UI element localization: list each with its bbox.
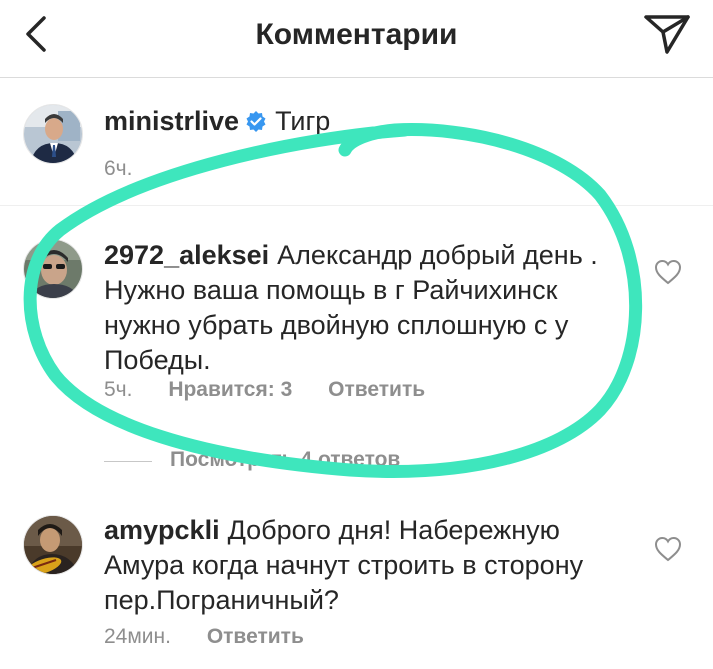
header-bar: Комментарии: [0, 0, 713, 78]
comment-meta: 24мин. Ответить: [104, 625, 334, 649]
page-title: Комментарии: [255, 18, 458, 51]
reply-button[interactable]: Ответить: [207, 625, 304, 648]
view-replies-button[interactable]: Посмотреть 4 ответов: [170, 448, 400, 472]
verified-badge-icon: [246, 111, 266, 132]
divider: [0, 205, 713, 206]
comment-username[interactable]: 2972_aleksei: [104, 240, 269, 270]
post-caption-text: Тигр: [275, 106, 331, 136]
avatar-amypckli[interactable]: [23, 515, 83, 575]
like-button[interactable]: [653, 258, 683, 286]
likes-count[interactable]: Нравится: 3: [168, 378, 292, 401]
comment-time: 5ч.: [104, 378, 133, 401]
like-button[interactable]: [653, 535, 683, 563]
post-username[interactable]: ministrlive: [104, 106, 239, 136]
paper-plane-icon: [644, 15, 690, 54]
heart-icon: [654, 536, 682, 562]
comment-body: 2972_aleksei Александр добрый день . Нужн…: [104, 238, 629, 378]
comment-username[interactable]: amypckli: [104, 515, 220, 545]
post-meta: 6ч.: [104, 157, 162, 181]
comment-time: 24мин.: [104, 625, 171, 648]
share-button[interactable]: [643, 12, 691, 56]
avatar-ministrlive[interactable]: [23, 104, 83, 164]
heart-icon: [654, 259, 682, 285]
avatar-2972-aleksei[interactable]: [23, 239, 83, 299]
replies-divider: [104, 461, 152, 462]
post-time: 6ч.: [104, 157, 133, 180]
reply-button[interactable]: Ответить: [328, 378, 425, 401]
post-caption: ministrlive Тигр: [104, 104, 330, 139]
comment-body: amypckli Доброго дня! Набережную Амура ко…: [104, 513, 629, 618]
comment-meta: 5ч. Нравится: 3 Ответить: [104, 378, 455, 402]
